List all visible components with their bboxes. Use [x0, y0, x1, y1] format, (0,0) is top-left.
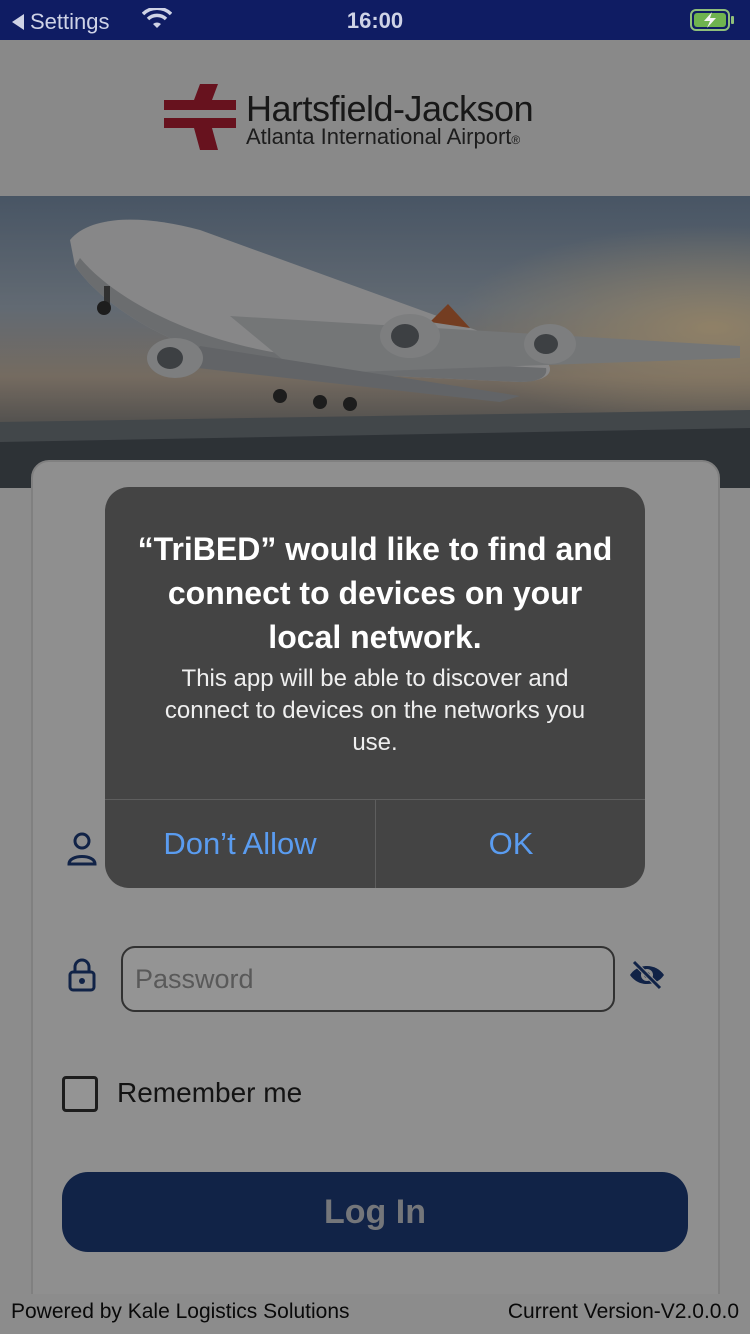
- status-bar: Settings 16:00: [0, 0, 750, 40]
- battery-charging-icon: [690, 9, 734, 31]
- local-network-permission-alert: “TriBED” would like to find and connect …: [105, 487, 645, 888]
- alert-title: “TriBED” would like to find and connect …: [137, 531, 613, 655]
- dont-allow-button[interactable]: Don’t Allow: [105, 800, 375, 888]
- clock: 16:00: [346, 8, 404, 33]
- ok-button[interactable]: OK: [376, 800, 645, 888]
- alert-message: This app will be able to discover and co…: [164, 665, 586, 756]
